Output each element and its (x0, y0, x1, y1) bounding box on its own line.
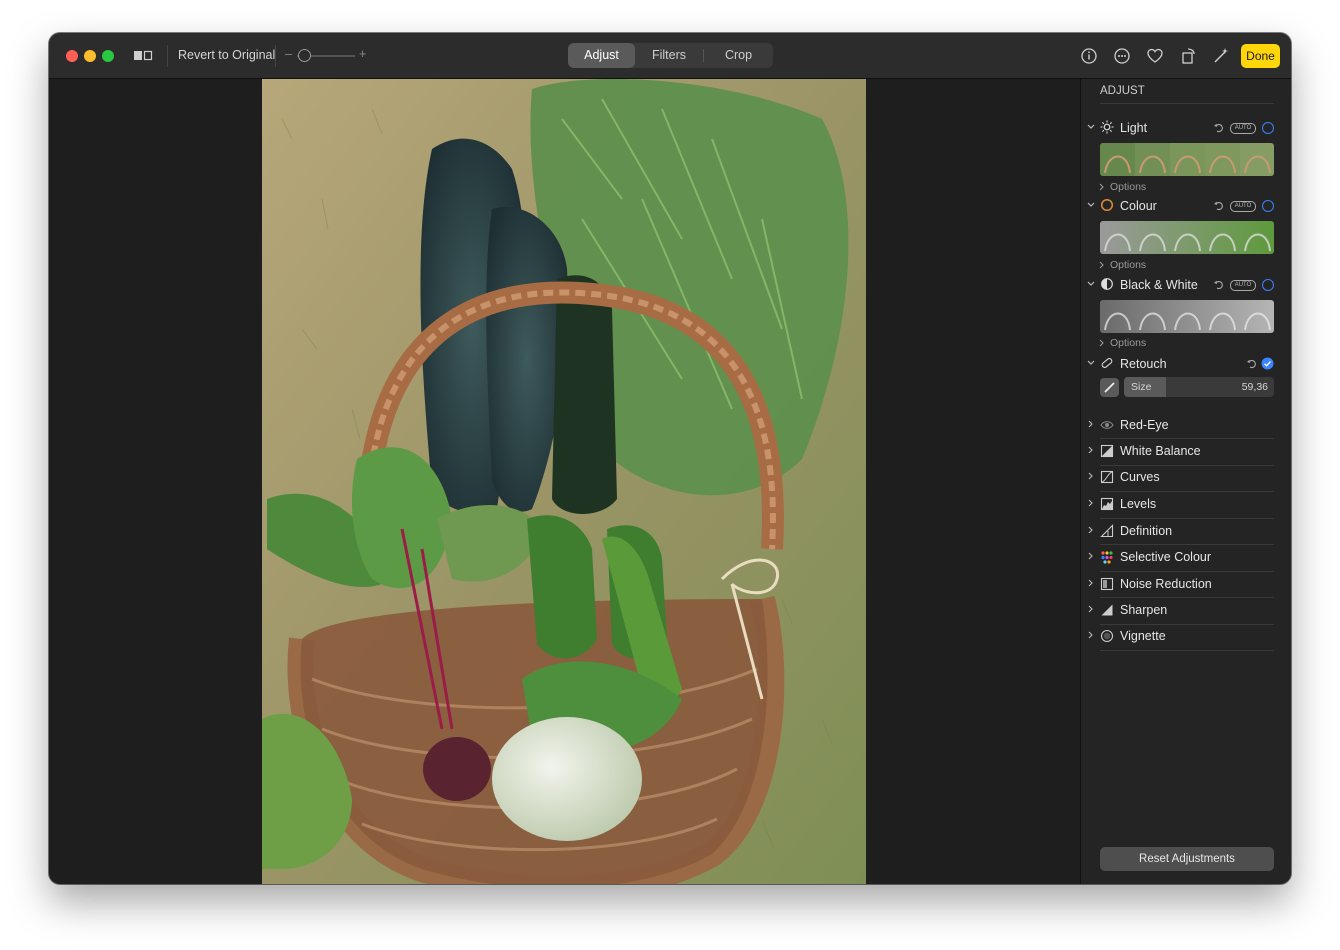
section-light-label[interactable]: Light (1120, 121, 1147, 135)
tab-filters[interactable]: Filters (635, 43, 703, 68)
compare-icon[interactable] (133, 46, 153, 66)
toolbar: Revert to Original – + Adjust Filters Cr… (49, 33, 1291, 79)
eye-icon (1100, 421, 1114, 429)
curves-icon (1100, 470, 1114, 484)
item-levels-label: Levels (1120, 497, 1157, 511)
brush-icon (1104, 382, 1115, 393)
done-button[interactable]: Done (1241, 44, 1280, 68)
item-white-balance-label: White Balance (1120, 444, 1201, 458)
auto-button[interactable]: AUTO (1230, 201, 1256, 212)
chevron-right-icon[interactable] (1088, 552, 1094, 560)
item-noise-reduction-label: Noise Reduction (1120, 577, 1212, 591)
chevron-down-icon[interactable] (1087, 201, 1095, 209)
half-circle-icon (1101, 278, 1113, 290)
sidebar-heading: ADJUST (1100, 85, 1145, 97)
section-retouch-label[interactable]: Retouch (1120, 357, 1167, 371)
bw-options-toggle[interactable]: Options (1110, 337, 1146, 349)
bandage-icon (1101, 358, 1113, 368)
chevron-right-icon[interactable] (1088, 420, 1094, 428)
favorite-icon[interactable] (1145, 46, 1165, 66)
auto-button[interactable]: AUTO (1230, 123, 1256, 134)
chevron-right-icon[interactable] (1088, 526, 1094, 534)
item-definition-label: Definition (1120, 524, 1173, 538)
info-icon[interactable] (1079, 46, 1099, 66)
tab-adjust[interactable]: Adjust (568, 43, 635, 68)
colour-thumbnail-strip[interactable] (1100, 221, 1274, 254)
minimize-window-button[interactable] (84, 50, 96, 62)
light-options-toggle[interactable]: Options (1110, 181, 1146, 193)
photo[interactable] (262, 79, 866, 884)
section-bw-label[interactable]: Black & White (1120, 278, 1198, 292)
toggle-light[interactable] (1262, 122, 1274, 134)
vignette-icon (1100, 629, 1114, 643)
toggle-colour[interactable] (1262, 200, 1274, 212)
size-value: 59,36 (1241, 381, 1268, 393)
revert-to-original-button[interactable]: Revert to Original (178, 48, 275, 62)
zoom-plus-icon[interactable]: + (359, 47, 366, 61)
auto-enhance-icon[interactable] (1211, 46, 1231, 66)
definition-icon (1100, 524, 1114, 538)
chevron-right-icon[interactable] (1099, 261, 1105, 269)
colour-options-toggle[interactable]: Options (1110, 259, 1146, 271)
zoom-slider-knob[interactable] (298, 49, 311, 62)
sun-icon (1100, 120, 1114, 134)
retouch-size-slider[interactable]: Size 59,36 (1124, 377, 1274, 397)
chevron-right-icon[interactable] (1099, 183, 1105, 191)
rotate-icon[interactable] (1179, 46, 1199, 66)
undo-icon[interactable] (1213, 279, 1224, 290)
photos-edit-window: Revert to Original – + Adjust Filters Cr… (49, 33, 1291, 884)
zoom-window-button[interactable] (102, 50, 114, 62)
adjust-sidebar: ADJUST Light AUTO Options Colour AUTO Op… (1080, 79, 1291, 884)
zoom-minus-icon[interactable]: – (285, 47, 292, 61)
reset-adjustments-button[interactable]: Reset Adjustments (1100, 847, 1274, 871)
retouch-enabled-checkmark-icon[interactable] (1261, 357, 1274, 370)
item-selective-colour-label: Selective Colour (1120, 550, 1212, 564)
light-thumbnail-strip[interactable] (1100, 143, 1274, 176)
toggle-bw[interactable] (1262, 279, 1274, 291)
white-balance-icon (1100, 444, 1114, 458)
retouch-brush-button[interactable] (1100, 378, 1119, 397)
item-sharpen-label: Sharpen (1120, 603, 1168, 617)
bw-thumbnail-strip[interactable] (1100, 300, 1274, 333)
chevron-right-icon[interactable] (1088, 499, 1094, 507)
colour-circle-icon (1100, 198, 1114, 212)
noise-reduction-icon (1100, 577, 1114, 591)
chevron-down-icon[interactable] (1087, 280, 1095, 288)
sharpen-icon (1101, 604, 1113, 616)
chevron-right-icon[interactable] (1088, 446, 1094, 454)
chevron-down-icon[interactable] (1087, 123, 1095, 131)
selective-colour-icon (1101, 551, 1113, 564)
chevron-right-icon[interactable] (1088, 605, 1094, 613)
chevron-right-icon[interactable] (1088, 631, 1094, 639)
item-curves-label: Curves (1120, 470, 1160, 484)
section-colour-label[interactable]: Colour (1120, 199, 1157, 213)
size-label: Size (1131, 381, 1152, 393)
chevron-right-icon[interactable] (1088, 579, 1094, 587)
edit-mode-tabs: Adjust Filters Crop (568, 43, 773, 68)
undo-icon[interactable] (1213, 200, 1224, 211)
undo-icon[interactable] (1246, 358, 1257, 369)
auto-button[interactable]: AUTO (1230, 280, 1256, 291)
item-red-eye-label: Red-Eye (1120, 418, 1169, 432)
close-window-button[interactable] (66, 50, 78, 62)
more-icon[interactable] (1112, 46, 1132, 66)
levels-icon (1100, 497, 1114, 511)
undo-icon[interactable] (1213, 122, 1224, 133)
chevron-right-icon[interactable] (1099, 339, 1105, 347)
chevron-right-icon[interactable] (1088, 472, 1094, 480)
tab-crop[interactable]: Crop (704, 43, 773, 68)
item-vignette-label: Vignette (1120, 629, 1166, 643)
chevron-down-icon[interactable] (1087, 359, 1095, 367)
